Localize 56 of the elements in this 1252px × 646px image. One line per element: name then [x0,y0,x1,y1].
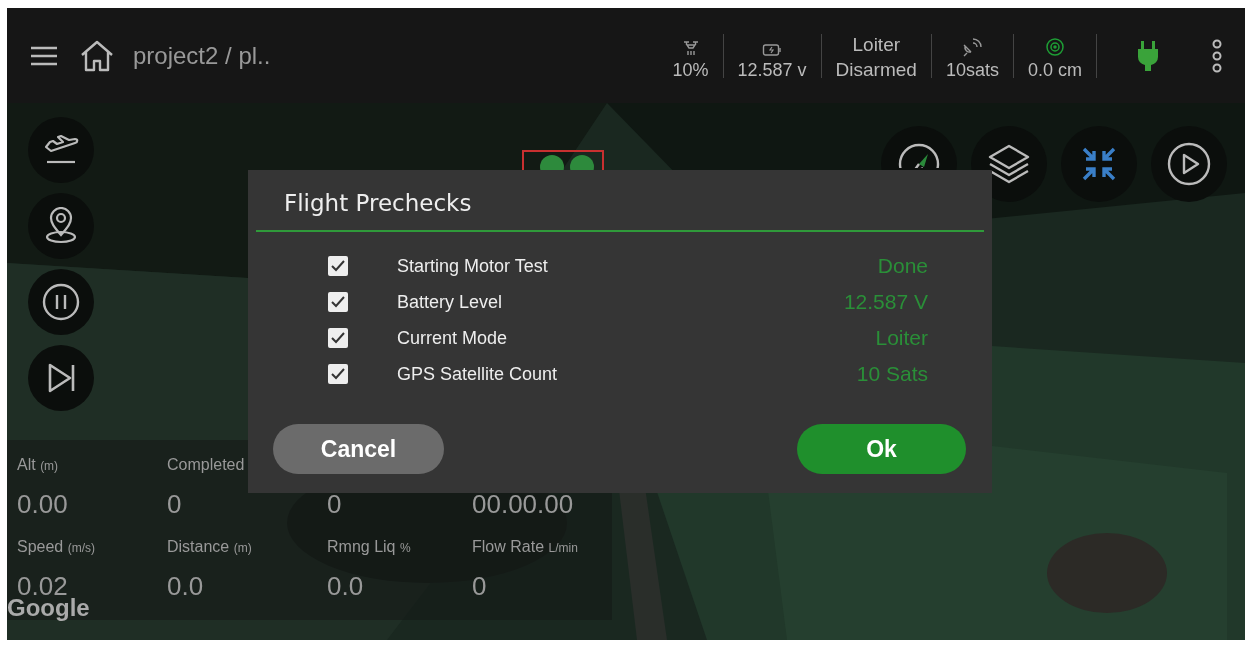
checkbox[interactable] [328,256,348,276]
menu-icon[interactable] [31,45,57,66]
check-label: Starting Motor Test [397,255,549,277]
stat-value: 0 [472,571,488,602]
battery-icon [762,42,783,57]
plug-icon[interactable] [1137,40,1159,71]
stat-value: 00.00.00 [472,489,575,520]
takeoff-icon [43,134,79,166]
satellite-icon [961,36,984,57]
ok-button[interactable]: Ok [797,424,966,474]
status-text: 10sats [945,59,999,81]
pause-icon [41,282,81,322]
location-pin-icon [43,207,79,245]
stat-value: 0.0 [327,571,365,602]
stat-unit: (m) [233,541,252,555]
stat-unit: (m/s) [67,541,96,555]
status-text: Loiter [852,33,901,56]
stat-value: 0 [327,489,343,520]
stat-label: Flow Rate [472,538,545,555]
checkbox[interactable] [328,292,348,312]
checkbox[interactable] [328,328,348,348]
project-title: project2 / pl.. [133,41,271,70]
compass-icon [897,142,941,168]
stat-label: Rmng Liq [327,538,396,555]
home-icon[interactable] [79,38,115,73]
drone-icon [681,38,700,57]
check-label: GPS Satellite Count [397,363,559,385]
check-value: 12.587 V [843,290,928,314]
stat-value: 0 [167,489,183,520]
status-text: Disarmed [835,58,917,81]
status-text: 12.587 v [737,59,807,81]
check-label: Current Mode [397,327,509,349]
more-icon[interactable] [1211,38,1223,73]
check-value: Loiter [875,326,928,350]
stat-label: Speed [17,538,64,555]
cancel-button[interactable]: Cancel [273,424,444,474]
status-text: 0.0 cm [1027,59,1082,81]
stat-unit: (m) [40,459,59,473]
collapse-icon [1080,145,1118,183]
stat-unit: L/min [548,541,578,555]
check-value: Done [877,254,928,278]
status-text: 10% [672,59,709,81]
check-label: Battery Level [397,291,504,313]
stat-label: Completed [167,456,245,473]
stat-label: Distance [167,538,230,555]
checkbox[interactable] [328,364,348,384]
stat-value: 0.0 [167,571,205,602]
check-value: 10 Sats [856,362,928,386]
stat-label: Alt [17,456,36,473]
layers-icon [986,143,1032,185]
map-attribution: Google [7,594,90,622]
stat-unit: % [399,541,411,555]
target-icon [1045,36,1065,57]
play-icon [1166,141,1212,187]
stat-value: 0.00 [17,489,69,520]
dialog-title: Flight Prechecks [284,189,473,218]
